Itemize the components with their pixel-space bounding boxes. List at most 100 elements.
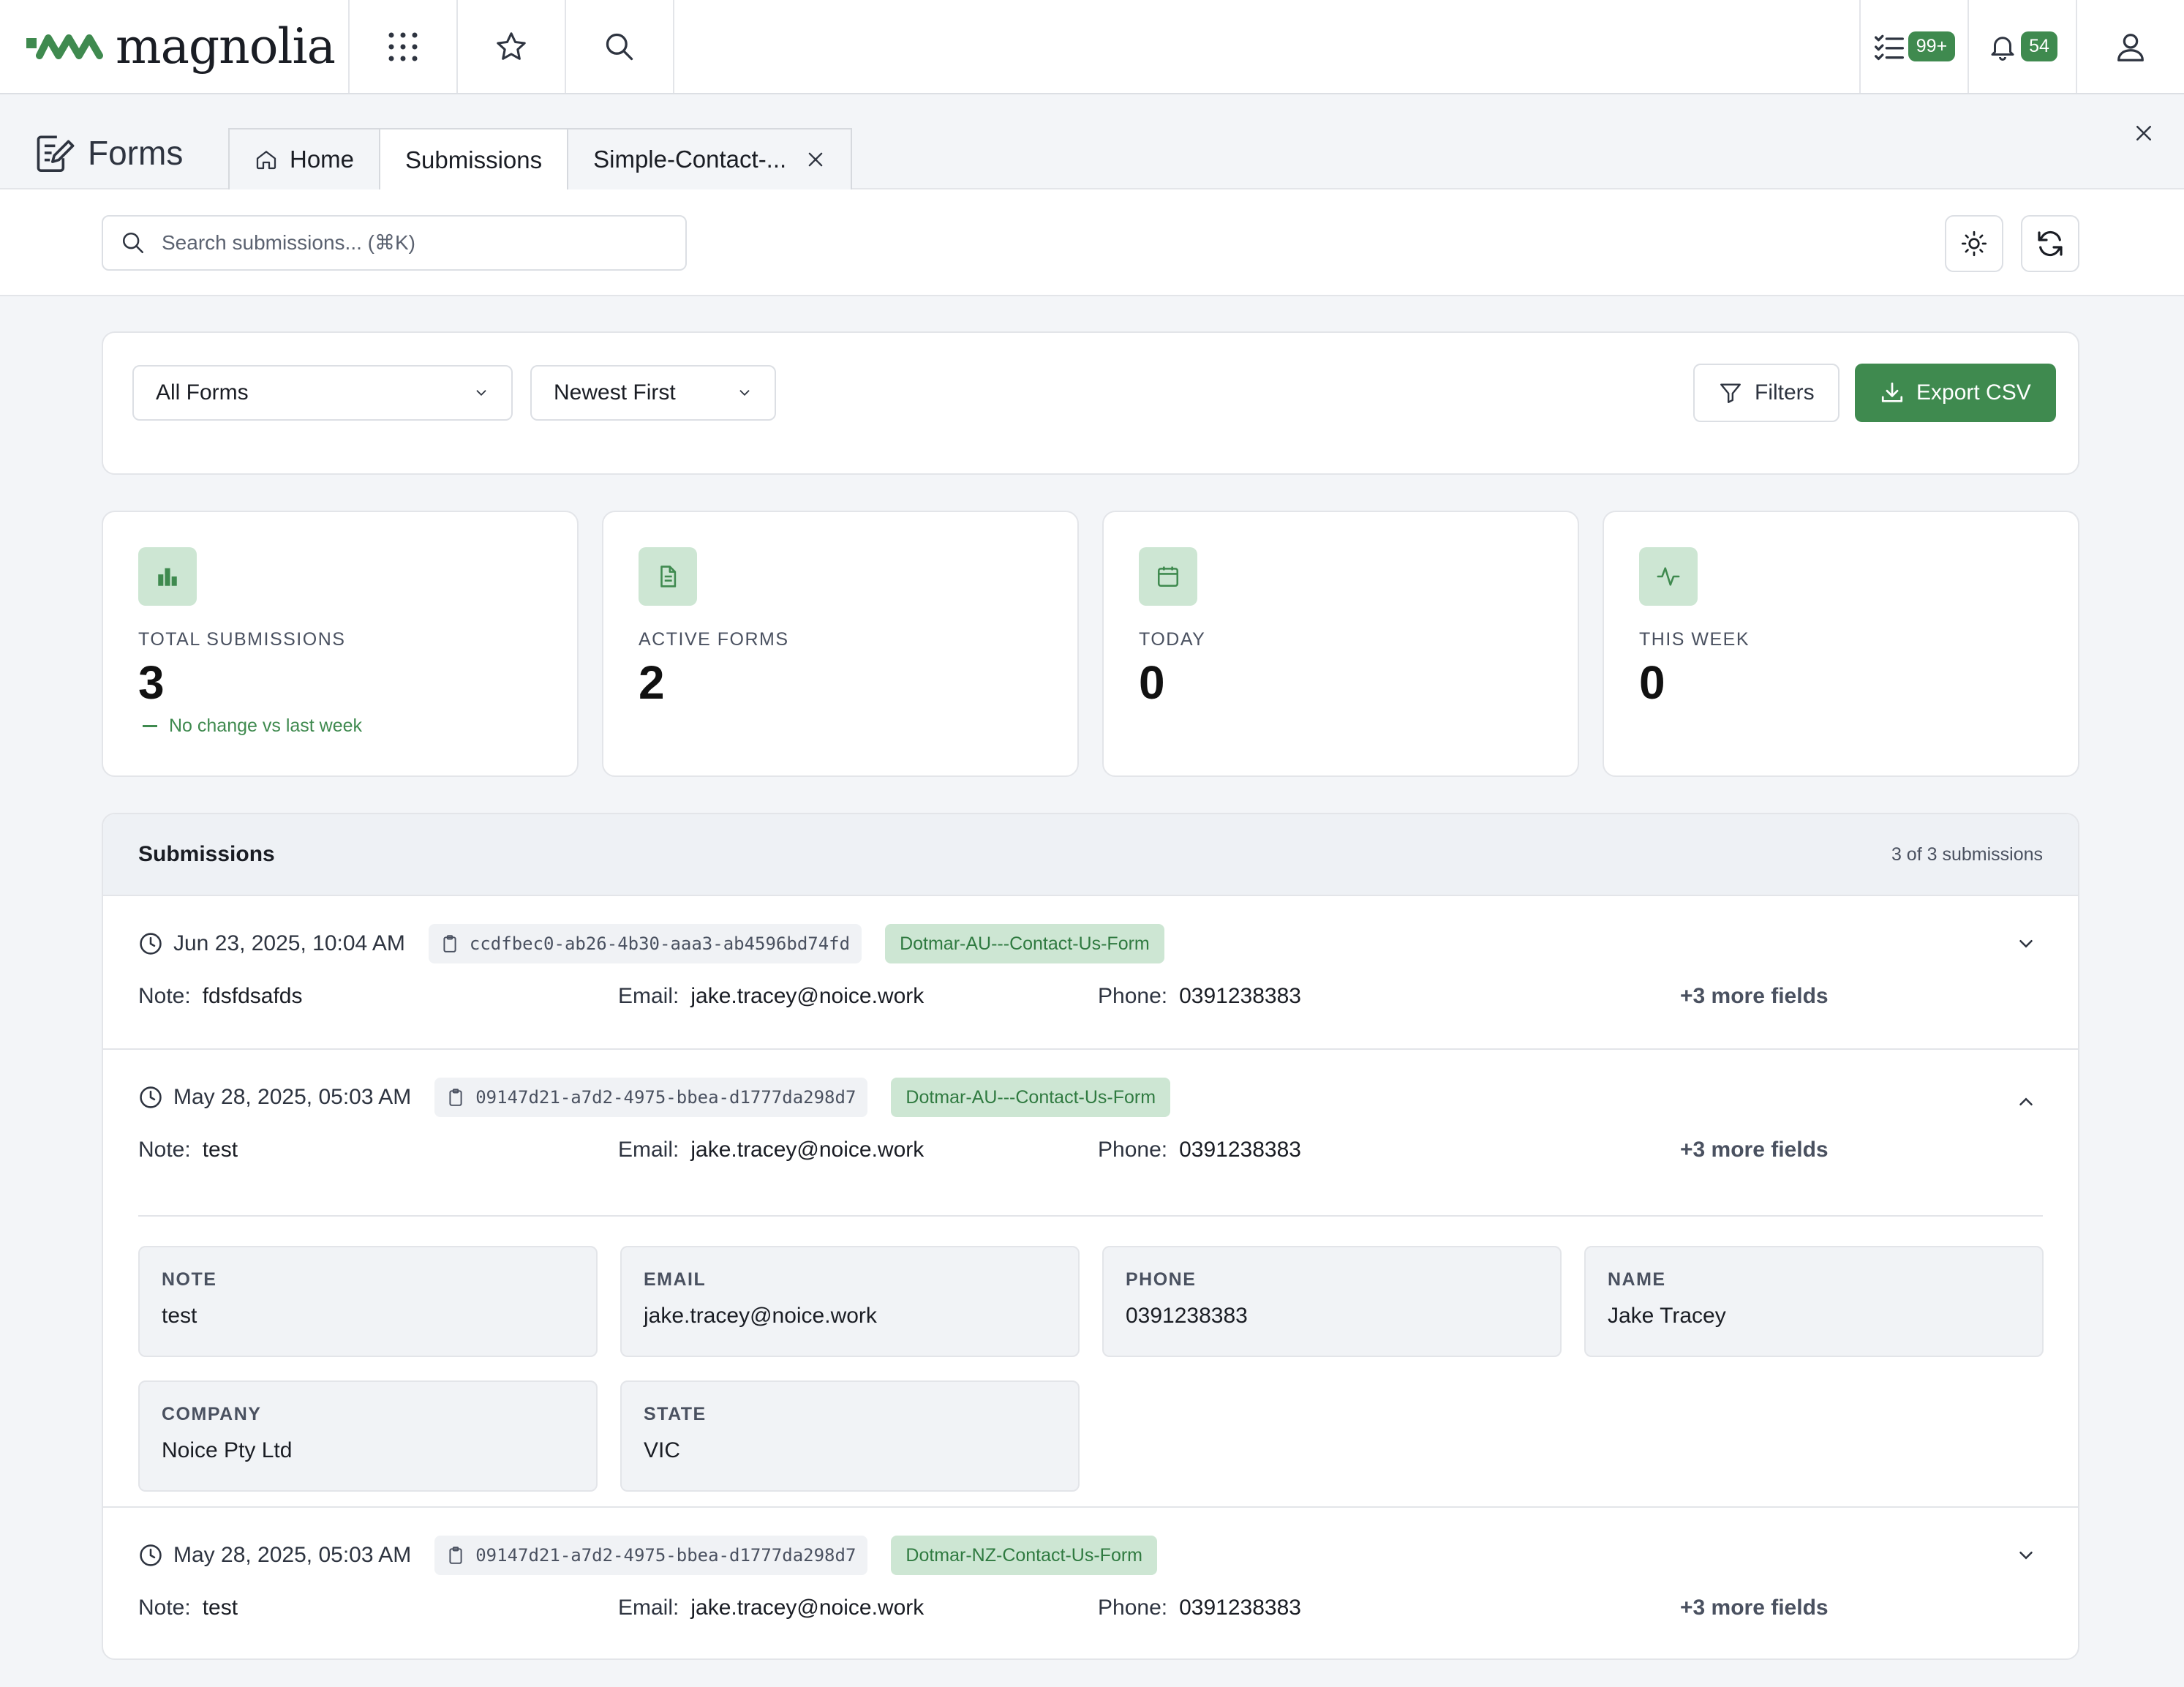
- stat-card-active-forms: ACTIVE FORMS 2: [602, 511, 1079, 777]
- tab-home-label: Home: [290, 146, 355, 173]
- notifications-count-badge: 54: [2021, 31, 2057, 61]
- download-icon: [1881, 382, 1903, 402]
- activity-icon: [1639, 547, 1698, 606]
- submission-date: May 28, 2025, 05:03 AM: [173, 1543, 412, 1567]
- refresh-icon: [2038, 230, 2063, 257]
- star-icon: [497, 31, 526, 60]
- filter-icon: [1720, 383, 1741, 403]
- submission-id: ccdfbec0-ab26-4b30-aaa3-ab4596bd74fd: [469, 933, 851, 954]
- favorites-button[interactable]: [458, 0, 566, 93]
- filters-button-label: Filters: [1755, 380, 1815, 405]
- tasks-button[interactable]: 99+: [1859, 0, 1968, 93]
- chevron-down-icon: [739, 390, 750, 397]
- detail-card-state: STATE VIC: [620, 1380, 1080, 1492]
- stat-label: TOTAL SUBMISSIONS: [138, 629, 346, 650]
- user-profile-button[interactable]: [2076, 0, 2184, 93]
- document-icon: [639, 547, 697, 606]
- stat-value: 3: [138, 656, 165, 709]
- submission-date: Jun 23, 2025, 10:04 AM: [173, 931, 405, 955]
- refresh-button[interactable]: [2021, 215, 2079, 272]
- search-input[interactable]: [162, 231, 600, 255]
- magnolia-logo-icon: [26, 34, 103, 59]
- more-fields-link[interactable]: +3 more fields: [1680, 1138, 1829, 1162]
- phone-field: Phone: 0391238383: [1098, 1138, 1301, 1162]
- submissions-title: Submissions: [138, 842, 275, 866]
- app-title: Forms: [32, 131, 183, 175]
- brand-logo[interactable]: magnolia: [0, 0, 350, 93]
- stat-value: 0: [1139, 656, 1165, 709]
- theme-toggle-button[interactable]: [1945, 215, 2003, 272]
- clock-icon: [140, 933, 162, 955]
- phone-field: Phone: 0391238383: [1098, 1596, 1301, 1620]
- form-select[interactable]: All Forms: [132, 365, 513, 421]
- submission-id: 09147d21-a7d2-4975-bbea-d1777da298d7: [475, 1545, 856, 1566]
- chevron-down-icon: [476, 390, 486, 397]
- stat-trend-text: No change vs last week: [169, 715, 363, 736]
- stat-value: 2: [639, 656, 665, 709]
- tab-submissions[interactable]: Submissions: [379, 128, 569, 191]
- notifications-button[interactable]: 54: [1968, 0, 2076, 93]
- forms-app-icon: [37, 135, 75, 172]
- tab-submissions-label: Submissions: [405, 146, 543, 173]
- sun-icon: [1961, 230, 1987, 257]
- note-field: Note: test: [138, 1138, 238, 1162]
- more-fields-link[interactable]: +3 more fields: [1680, 1596, 1829, 1620]
- chevron-down-icon[interactable]: [2015, 1544, 2037, 1566]
- submission-id-copy[interactable]: 09147d21-a7d2-4975-bbea-d1777da298d7: [434, 1536, 868, 1575]
- apps-grid-icon: [388, 32, 418, 61]
- clock-icon: [140, 1544, 162, 1566]
- form-select-value: All Forms: [156, 380, 249, 405]
- submission-id-copy[interactable]: 09147d21-a7d2-4975-bbea-d1777da298d7: [434, 1078, 868, 1117]
- tab-home[interactable]: Home: [228, 128, 381, 189]
- dash-icon: [143, 725, 157, 727]
- detail-card-company: COMPANY Noice Pty Ltd: [138, 1380, 598, 1492]
- divider: [138, 1215, 2043, 1217]
- top-bar: magnolia 99+ 54: [0, 0, 2184, 94]
- search-icon: [606, 33, 633, 60]
- search-row: [0, 189, 2184, 296]
- chevron-up-icon[interactable]: [2015, 1091, 2037, 1113]
- submission-row[interactable]: May 28, 2025, 05:03 AM 09147d21-a7d2-497…: [103, 1508, 2078, 1658]
- email-field: Email: jake.tracey@noice.work: [618, 984, 925, 1008]
- export-csv-label: Export CSV: [1916, 380, 2031, 405]
- filter-toolbar: All Forms Newest First Filters Export CS…: [102, 331, 2079, 475]
- submission-row[interactable]: Jun 23, 2025, 10:04 AM ccdfbec0-ab26-4b3…: [103, 896, 2078, 1050]
- detail-card-note: NOTE test: [138, 1246, 598, 1357]
- app-title-text: Forms: [88, 134, 184, 172]
- stat-value: 0: [1639, 656, 1665, 709]
- sort-select[interactable]: Newest First: [530, 365, 776, 421]
- submission-id-copy[interactable]: ccdfbec0-ab26-4b30-aaa3-ab4596bd74fd: [428, 924, 862, 963]
- note-field: Note: test: [138, 1596, 238, 1620]
- detail-card-phone: PHONE 0391238383: [1102, 1246, 1562, 1357]
- submission-row-expanded[interactable]: May 28, 2025, 05:03 AM 09147d21-a7d2-497…: [103, 1050, 2078, 1508]
- submissions-panel: Submissions 3 of 3 submissions Jun 23, 2…: [102, 813, 2079, 1660]
- stat-label: ACTIVE FORMS: [639, 629, 789, 650]
- calendar-icon: [1139, 547, 1197, 606]
- form-name-badge: Dotmar-NZ-Contact-Us-Form: [891, 1536, 1158, 1575]
- clipboard-icon: [443, 935, 456, 953]
- close-tab-icon[interactable]: [805, 149, 826, 170]
- search-box[interactable]: [102, 215, 687, 271]
- chart-icon: [138, 547, 197, 606]
- app-header: Forms Home Submissions Simple-Contact-..…: [0, 96, 2184, 191]
- detail-card-name: NAME Jake Tracey: [1584, 1246, 2044, 1357]
- more-fields-link[interactable]: +3 more fields: [1680, 984, 1829, 1009]
- clock-icon: [140, 1086, 162, 1108]
- phone-field: Phone: 0391238383: [1098, 984, 1301, 1008]
- user-icon: [2117, 33, 2144, 61]
- close-app-icon[interactable]: [2133, 122, 2155, 144]
- search-icon: [122, 232, 144, 254]
- tasks-count-badge: 99+: [1908, 31, 1956, 61]
- apps-grid-button[interactable]: [350, 0, 458, 93]
- export-csv-button[interactable]: Export CSV: [1855, 364, 2056, 422]
- stat-label: TODAY: [1139, 629, 1206, 650]
- detail-card-email: EMAIL jake.tracey@noice.work: [620, 1246, 1080, 1357]
- global-search-button[interactable]: [566, 0, 674, 93]
- tab-simple-contact[interactable]: Simple-Contact-...: [567, 128, 853, 189]
- email-field: Email: jake.tracey@noice.work: [618, 1138, 925, 1162]
- filters-button[interactable]: Filters: [1693, 364, 1840, 422]
- chevron-down-icon[interactable]: [2015, 933, 2037, 955]
- stat-card-today: TODAY 0: [1102, 511, 1579, 777]
- sort-select-value: Newest First: [554, 380, 676, 405]
- note-field: Note: fdsfdsafds: [138, 984, 303, 1008]
